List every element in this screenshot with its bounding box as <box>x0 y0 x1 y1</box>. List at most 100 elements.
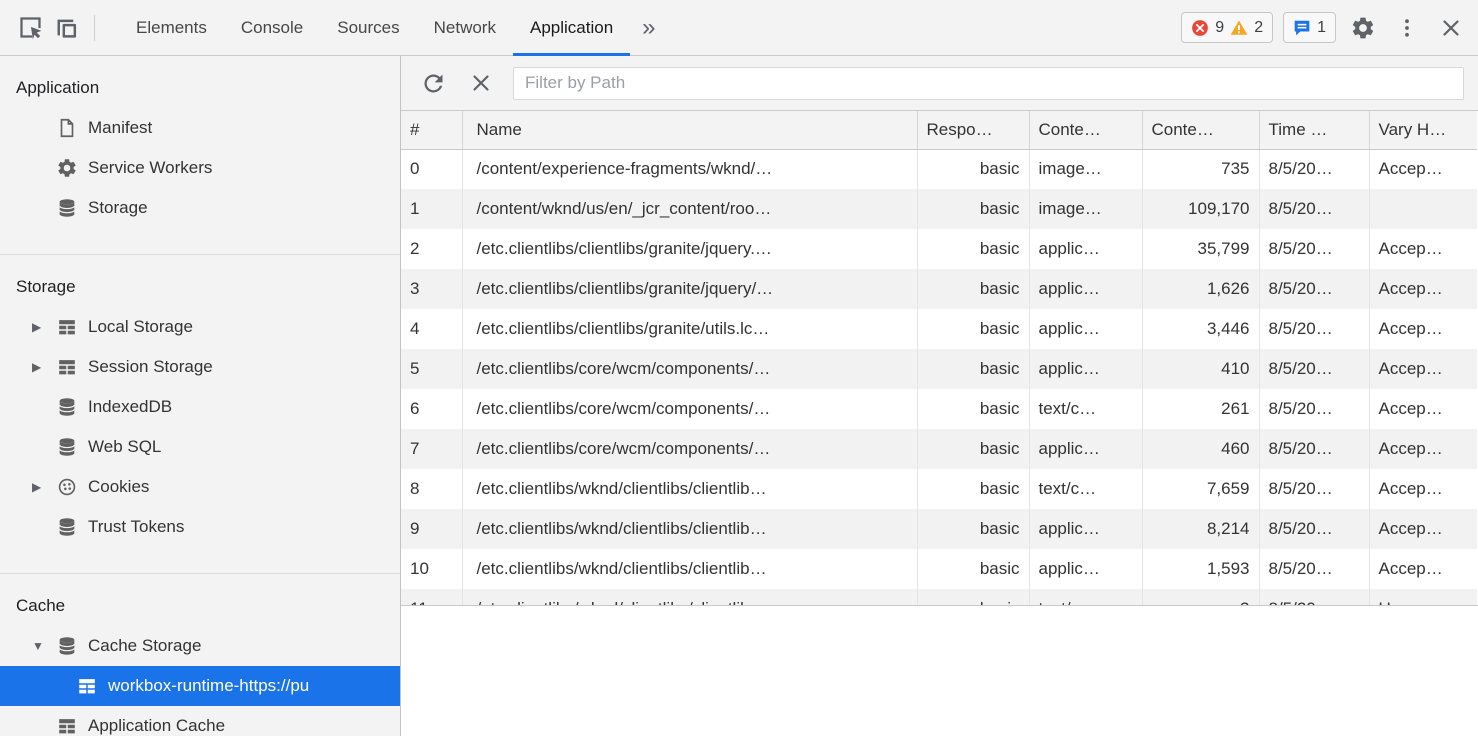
column-header-vary_header[interactable]: Vary H… <box>1369 111 1477 149</box>
sidebar-section-application: Application Manifest Service Workers Sto… <box>0 56 400 255</box>
cell-content_type: applic… <box>1029 349 1142 389</box>
tab-elements[interactable]: Elements <box>119 0 224 56</box>
tab-application[interactable]: Application <box>513 0 630 56</box>
refresh-icon <box>420 70 447 97</box>
more-tabs-button[interactable]: » <box>630 14 667 42</box>
devtools-content: Application Manifest Service Workers Sto… <box>0 56 1478 736</box>
sidebar-section-storage: Storage ▶ Local Storage ▶ Session Storag… <box>0 255 400 574</box>
cache-entry-row[interactable]: 3/etc.clientlibs/clientlibs/granite/jque… <box>401 269 1477 309</box>
cell-name: /etc.clientlibs/core/wcm/components/… <box>462 429 917 469</box>
column-header-content_type[interactable]: Conte… <box>1029 111 1142 149</box>
sidebar-item-label: Web SQL <box>88 437 161 457</box>
service-workers-icon <box>56 157 78 179</box>
manifest-icon <box>56 117 78 139</box>
cache-entry-row[interactable]: 10/etc.clientlibs/wknd/clientlibs/client… <box>401 549 1477 589</box>
cache-entry-row[interactable]: 9/etc.clientlibs/wknd/clientlibs/clientl… <box>401 509 1477 549</box>
cell-time_cached: 8/5/20… <box>1259 349 1369 389</box>
cell-content_type: applic… <box>1029 269 1142 309</box>
tab-network[interactable]: Network <box>417 0 513 56</box>
cell-content_length: 261 <box>1142 389 1259 429</box>
cell-time_cached: 8/5/20… <box>1259 429 1369 469</box>
sidebar-item-storage[interactable]: Storage <box>0 188 400 228</box>
settings-button[interactable] <box>1346 10 1380 46</box>
cell-name: /etc.clientlibs/clientlibs/granite/utils… <box>462 309 917 349</box>
cache-entry-row[interactable]: 0/content/experience-fragments/wknd/…bas… <box>401 149 1477 189</box>
cell-vary_header: Accep… <box>1369 229 1477 269</box>
tab-label: Application <box>530 18 613 38</box>
filter-input[interactable] <box>513 67 1464 100</box>
cache-entries-table[interactable]: #NameRespo…Conte…Conte…Time …Vary H… 0/c… <box>401 111 1478 606</box>
sidebar-item-indexeddb[interactable]: IndexedDB <box>0 387 400 427</box>
sidebar-item-trust-tokens[interactable]: Trust Tokens <box>0 507 400 547</box>
sidebar-item-label: Service Workers <box>88 158 212 178</box>
sidebar-item-local-storage[interactable]: ▶ Local Storage <box>0 307 400 347</box>
sidebar-item-manifest[interactable]: Manifest <box>0 108 400 148</box>
error-count: 9 <box>1215 19 1224 37</box>
sidebar-item-workbox-runtime-https-pu[interactable]: workbox-runtime-https://pu <box>0 666 400 706</box>
tab-sources[interactable]: Sources <box>320 0 416 56</box>
database-icon <box>56 436 78 458</box>
cell-vary_header: Accep… <box>1369 509 1477 549</box>
console-messages-badge[interactable]: 1 <box>1283 12 1336 43</box>
close-devtools-button[interactable] <box>1434 10 1468 46</box>
cache-entry-row[interactable]: 11/etc.clientlibs/wknd/clientlibs/client… <box>401 589 1477 606</box>
cell-content_type: text/c… <box>1029 469 1142 509</box>
cache-entry-row[interactable]: 8/etc.clientlibs/wknd/clientlibs/clientl… <box>401 469 1477 509</box>
toggle-device-toolbar-button[interactable] <box>48 10 84 46</box>
column-header-content_length[interactable]: Conte… <box>1142 111 1259 149</box>
cache-entry-row[interactable]: 6/etc.clientlibs/core/wcm/components/…ba… <box>401 389 1477 429</box>
sidebar-item-cookies[interactable]: ▶ Cookies <box>0 467 400 507</box>
cell-name: /etc.clientlibs/core/wcm/components/… <box>462 389 917 429</box>
cache-entry-row[interactable]: 4/etc.clientlibs/clientlibs/granite/util… <box>401 309 1477 349</box>
cell-response_type: basic <box>917 189 1029 229</box>
sidebar-item-service-workers[interactable]: Service Workers <box>0 148 400 188</box>
table-icon <box>56 715 78 736</box>
cell-num: 10 <box>401 549 462 589</box>
cell-num: 0 <box>401 149 462 189</box>
inspect-element-button[interactable] <box>12 10 48 46</box>
cell-name: /etc.clientlibs/wknd/clientlibs/clientli… <box>462 469 917 509</box>
cell-content_type: applic… <box>1029 549 1142 589</box>
sidebar-item-label: Storage <box>88 198 148 218</box>
message-icon <box>1293 19 1311 37</box>
cache-entry-row[interactable]: 7/etc.clientlibs/core/wcm/components/…ba… <box>401 429 1477 469</box>
column-header-time_cached[interactable]: Time … <box>1259 111 1369 149</box>
cache-entry-row[interactable]: 5/etc.clientlibs/core/wcm/components/…ba… <box>401 349 1477 389</box>
gear-icon <box>1350 15 1376 41</box>
section-title: Storage <box>0 275 400 299</box>
refresh-button[interactable] <box>417 65 449 101</box>
sidebar-item-label: Cache Storage <box>88 636 201 656</box>
more-options-button[interactable] <box>1390 10 1424 46</box>
warning-icon <box>1230 19 1248 37</box>
cell-num: 1 <box>401 189 462 229</box>
clear-icon <box>468 70 494 96</box>
column-header-name[interactable]: Name <box>462 111 917 149</box>
console-errors-warnings-badge[interactable]: 9 2 <box>1181 12 1273 43</box>
column-header-response_type[interactable]: Respo… <box>917 111 1029 149</box>
expander-expanded-icon[interactable]: ▼ <box>16 626 56 666</box>
cell-content_length: 3 <box>1142 589 1259 606</box>
cookie-icon <box>56 476 78 498</box>
cache-entry-row[interactable]: 2/etc.clientlibs/clientlibs/granite/jque… <box>401 229 1477 269</box>
sidebar-item-session-storage[interactable]: ▶ Session Storage <box>0 347 400 387</box>
sidebar-item-web-sql[interactable]: Web SQL <box>0 427 400 467</box>
column-header-num[interactable]: # <box>401 111 462 149</box>
sidebar-item-application-cache[interactable]: Application Cache <box>0 706 400 736</box>
cell-num: 3 <box>401 269 462 309</box>
expander-collapsed-icon[interactable]: ▶ <box>16 347 56 387</box>
sidebar-item-cache-storage[interactable]: ▼ Cache Storage <box>0 626 400 666</box>
cell-time_cached: 8/5/20… <box>1259 389 1369 429</box>
delete-selected-button[interactable] <box>465 65 497 101</box>
tab-console[interactable]: Console <box>224 0 320 56</box>
expander-collapsed-icon[interactable]: ▶ <box>16 467 56 507</box>
toolbar-divider <box>94 15 95 41</box>
sidebar-item-label: Session Storage <box>88 357 213 377</box>
cell-response_type: basic <box>917 509 1029 549</box>
cell-time_cached: 8/5/20… <box>1259 469 1369 509</box>
cell-content_length: 7,659 <box>1142 469 1259 509</box>
expander-collapsed-icon[interactable]: ▶ <box>16 307 56 347</box>
cell-response_type: basic <box>917 429 1029 469</box>
cache-entry-row[interactable]: 1/content/wknd/us/en/_jcr_content/roo…ba… <box>401 189 1477 229</box>
cell-content_length: 35,799 <box>1142 229 1259 269</box>
cell-name: /etc.clientlibs/wknd/clientlibs/clientli… <box>462 509 917 549</box>
